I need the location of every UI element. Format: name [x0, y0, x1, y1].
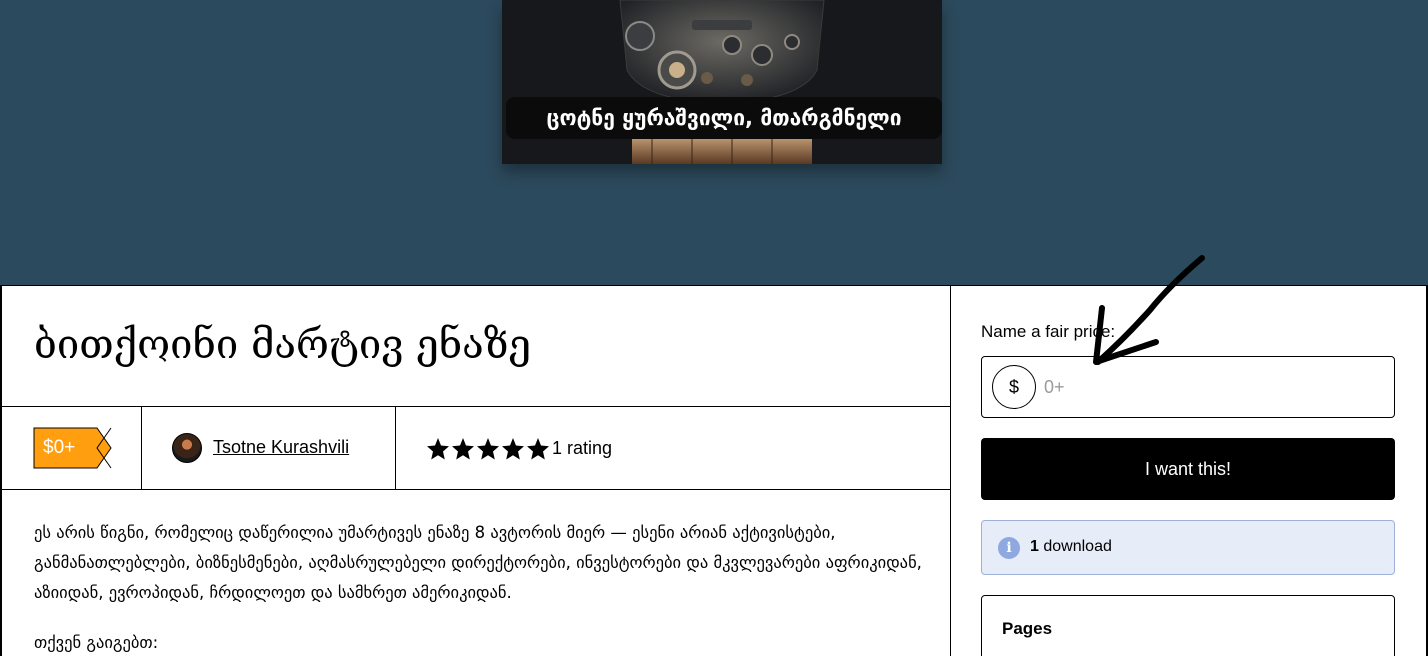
pages-title: Pages	[1002, 619, 1053, 638]
cover-image: ცოტნე ყურაშვილი, მთარგმნელი	[502, 0, 942, 164]
rating-cell: 1 rating	[396, 407, 951, 489]
price-input[interactable]	[1044, 371, 1374, 403]
rating-count[interactable]: 1 rating	[552, 438, 612, 459]
price-field[interactable]: $	[981, 356, 1395, 418]
fair-price-label: Name a fair price:	[981, 322, 1116, 341]
author-cell: Tsotne Kurashvili	[142, 407, 396, 489]
i-want-this-button[interactable]: I want this!	[981, 438, 1395, 500]
product-meta-bar: $0+ Tsotne Kurashvili 1 rating	[2, 406, 951, 490]
purchase-panel: Name a fair price: $ I want this! i 1 do…	[951, 286, 1428, 656]
cover-caption: ცოტნე ყურაშვილი, მთარგმნელი	[506, 97, 942, 139]
price-value: $0+	[43, 437, 76, 458]
author-link[interactable]: Tsotne Kurashvili	[213, 437, 349, 458]
downloads-text: 1 download	[1030, 538, 1112, 556]
product-main: ბითქოინი მარტივ ენაზე $0+ Tsotne Kurashv…	[0, 286, 951, 656]
product-title: ბითქოინი მარტივ ენაზე	[34, 322, 531, 368]
product-description: ეს არის წიგნი, რომელიც დაწერილია უმარტივ…	[34, 518, 934, 656]
downloads-count: 1	[1030, 538, 1039, 555]
currency-symbol: $	[992, 365, 1036, 409]
star-rating-icon	[427, 438, 549, 460]
cover-banner: ცოტნე ყურაშვილი, მთარგმნელი	[0, 0, 1428, 286]
robot-illustration	[502, 0, 942, 164]
pages-section: Pages	[981, 595, 1395, 656]
info-icon: i	[998, 537, 1020, 559]
description-paragraph: თქვენ გაიგებთ:	[34, 633, 159, 652]
avatar	[172, 433, 202, 463]
price-cell: $0+	[2, 407, 142, 489]
price-tag: $0+	[33, 427, 113, 469]
downloads-info: i 1 download	[981, 520, 1395, 575]
description-paragraph: ეს არის წიგნი, რომელიც დაწერილია უმარტივ…	[34, 523, 922, 602]
downloads-label: download	[1043, 538, 1112, 555]
